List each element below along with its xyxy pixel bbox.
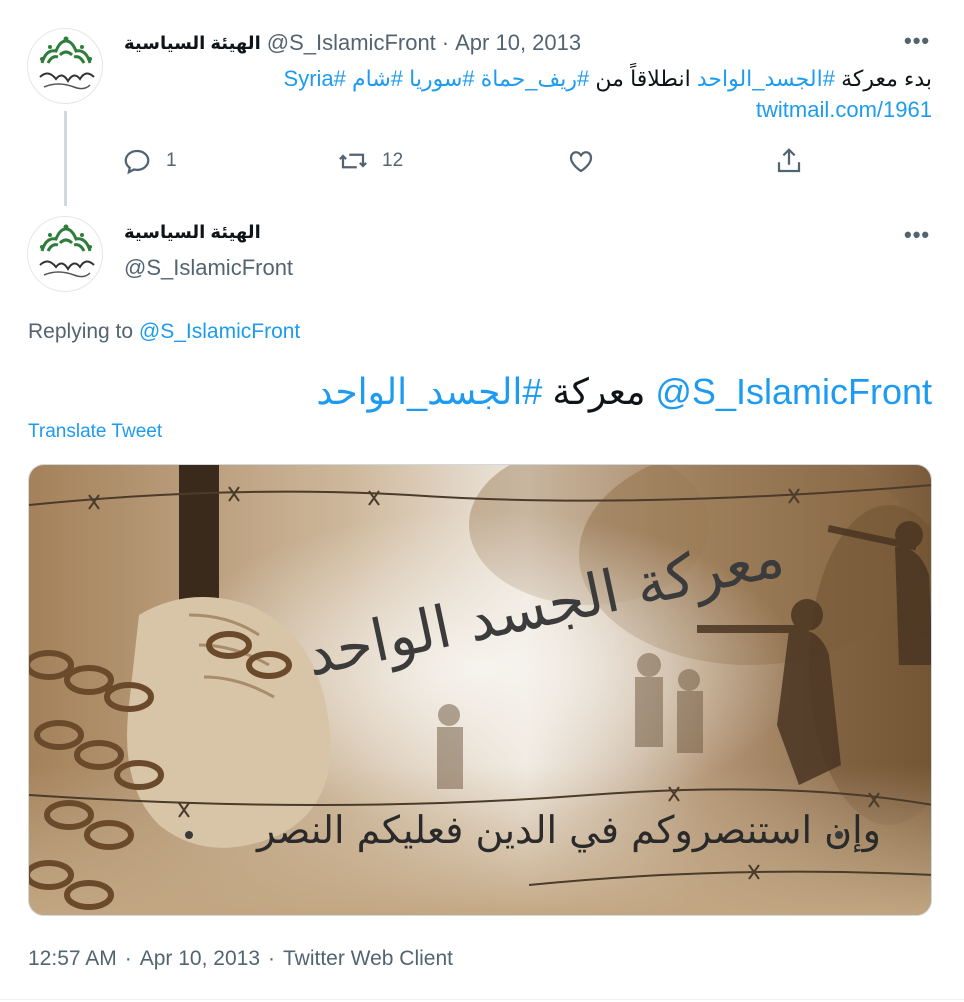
handle[interactable]: @S_IslamicFront	[267, 30, 436, 56]
mention-link[interactable]: @S_IslamicFront	[655, 371, 932, 412]
islamic-front-logo	[39, 224, 95, 278]
separator: ·	[441, 30, 450, 55]
divider	[0, 999, 964, 1000]
tweet-meta: 12:57 AM · Apr 10, 2013 · Twitter Web Cl…	[28, 947, 453, 971]
text-prefix: بدء معركة	[841, 66, 932, 91]
tweet-text: @S_IslamicFront معركة #الجسد_الواحد	[28, 370, 932, 414]
reply-icon	[124, 149, 150, 175]
tweet-date[interactable]: Apr 10, 2013	[140, 947, 260, 971]
avatar[interactable]	[27, 216, 103, 292]
separator: ·	[124, 947, 132, 970]
display-name[interactable]: الهيئة السياسية	[124, 33, 261, 54]
replying-handle[interactable]: @S_IslamicFront	[139, 320, 300, 343]
like-icon	[569, 151, 593, 173]
islamic-front-logo	[39, 36, 95, 90]
hashtag-link[interactable]: #Syria	[284, 66, 346, 91]
like-button[interactable]	[566, 146, 596, 176]
hashtag-link[interactable]: #الجسد_الواحد	[316, 371, 542, 412]
poster-artwork: معركة الجسد الواحد وإن استنصروكم في الدي…	[29, 465, 931, 915]
replying-label: Replying to	[28, 320, 134, 343]
hashtag-link[interactable]: #سوريا	[409, 66, 474, 91]
more-icon[interactable]: •••	[904, 28, 930, 54]
hashtag-link[interactable]: #شام	[352, 66, 403, 91]
retweet-icon	[339, 153, 367, 169]
replying-to: Replying to @S_IslamicFront	[28, 320, 300, 344]
display-name[interactable]: الهيئة السياسية	[124, 222, 261, 243]
tweet-image[interactable]: معركة الجسد الواحد وإن استنصروكم في الدي…	[28, 464, 932, 916]
reply-button[interactable]: 1	[122, 146, 177, 176]
tweet-client[interactable]: Twitter Web Client	[283, 947, 453, 971]
translate-tweet-link[interactable]: Translate Tweet	[28, 421, 162, 443]
text-middle: انطلاقاً من	[595, 66, 691, 91]
handle[interactable]: @S_IslamicFront	[124, 255, 293, 281]
reply-count: 1	[166, 150, 177, 171]
retweet-count: 12	[382, 150, 404, 171]
thread-connector	[64, 111, 67, 206]
hashtag-link[interactable]: #ريف_حماة	[481, 66, 590, 91]
retweet-button[interactable]: 12	[338, 146, 403, 176]
tweet-header: الهيئة السياسية @S_IslamicFront · Apr 10…	[124, 30, 581, 56]
tweet-text: بدء معركة #الجسد_الواحد انطلاقاً من #ريف…	[124, 64, 932, 94]
text-word: معركة	[552, 371, 646, 412]
external-link[interactable]: twitmail.com/1961	[124, 95, 932, 125]
avatar[interactable]	[27, 28, 103, 104]
tweet-time[interactable]: 12:57 AM	[28, 947, 117, 971]
more-icon[interactable]: •••	[904, 222, 930, 248]
tweet-date[interactable]: Apr 10, 2013	[455, 30, 581, 56]
share-icon	[777, 148, 801, 173]
hashtag-link[interactable]: #الجسد_الواحد	[697, 66, 835, 91]
separator: ·	[268, 947, 275, 970]
share-button[interactable]	[774, 146, 804, 176]
poster-verse: وإن استنصروكم في الدين فعليكم النصر	[255, 808, 881, 853]
